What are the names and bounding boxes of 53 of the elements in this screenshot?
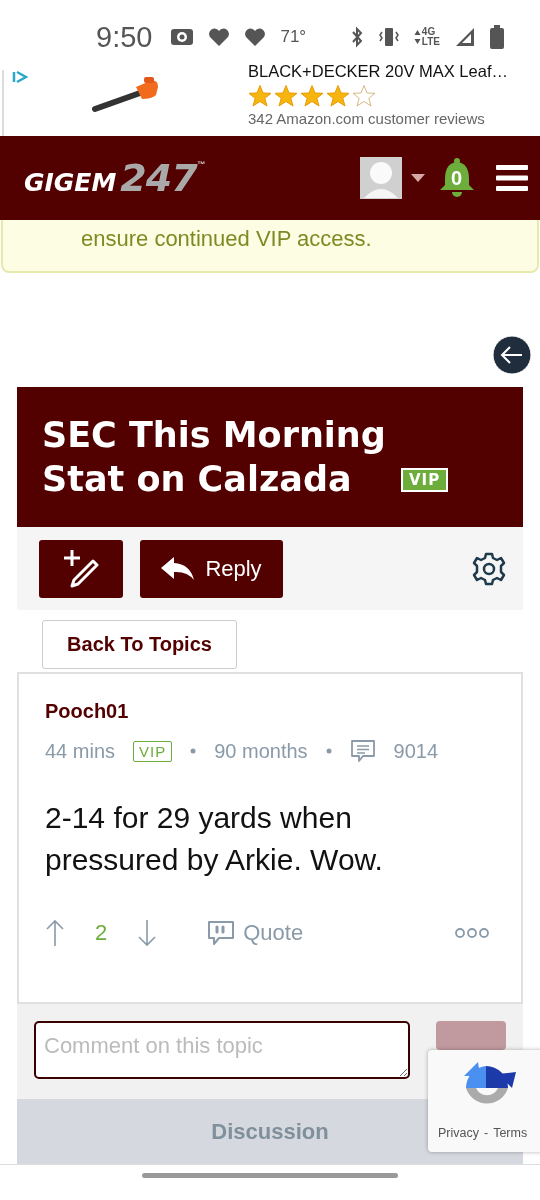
- signal-icon: [454, 26, 476, 48]
- upvote-arrow-icon[interactable]: [45, 919, 65, 947]
- star-icon: [248, 84, 272, 108]
- logo-number[interactable]: 247: [120, 156, 197, 200]
- notification-count: 0: [451, 168, 463, 188]
- comment-icon: [349, 739, 376, 763]
- post-body: 2-14 for 29 yards when pressured by Arkie. Wow.: [45, 800, 384, 878]
- bluetooth-icon: [349, 26, 364, 48]
- clock: 9:50: [96, 20, 153, 54]
- topic-title: SEC This Morning Stat on Calzada: [42, 414, 387, 501]
- settings-icon[interactable]: [471, 550, 507, 587]
- reply-arrow-icon: [161, 556, 196, 581]
- network-label: 4G: [421, 27, 437, 37]
- avatar[interactable]: [360, 157, 402, 199]
- member-tenure: 90 months: [214, 739, 308, 763]
- separator: -: [484, 1126, 489, 1140]
- ad-choices-icon: [12, 70, 28, 84]
- author-name[interactable]: Pooch01: [45, 700, 495, 723]
- battery-icon: [490, 25, 504, 49]
- vip-badge: VIP: [401, 468, 449, 492]
- vibrate-icon: [377, 26, 400, 48]
- dot-separator-icon: [190, 748, 197, 754]
- data-arrows-icon: [413, 29, 421, 45]
- review-count: 342 Amazon.com customer reviews: [248, 110, 486, 127]
- temperature: 71°: [280, 27, 307, 47]
- heart-icon: [208, 27, 231, 47]
- comment-field[interactable]: Comment on this topic: [34, 1021, 410, 1079]
- new-topic-button[interactable]: [39, 539, 123, 598]
- post-count: 9014: [393, 739, 439, 763]
- reply-button[interactable]: Reply: [140, 539, 283, 598]
- bell-icon: [438, 157, 476, 199]
- more-options-icon[interactable]: [455, 927, 489, 939]
- quote-bubble-icon: [207, 920, 236, 946]
- ad-title[interactable]: BLACK+DECKER 20V MAX Leaf…: [248, 62, 508, 81]
- heart-icon: [244, 27, 267, 47]
- star-icon: [352, 84, 376, 108]
- network-label: LTE: [421, 37, 440, 47]
- caret-icon: [410, 173, 426, 183]
- menu-icon: [496, 164, 528, 192]
- notice-text: ensure continued VIP access.: [80, 225, 373, 252]
- downvote-arrow-icon[interactable]: [137, 919, 158, 947]
- vote-count: 2: [95, 920, 108, 946]
- star-icon: [274, 84, 298, 108]
- star-icon: [326, 84, 350, 108]
- pencil-plus-icon: [63, 548, 99, 589]
- privacy-link[interactable]: Privacy: [438, 1126, 479, 1140]
- star-icon: [300, 84, 324, 108]
- radio-icon: [170, 27, 195, 47]
- post-time: 44 mins: [45, 739, 116, 763]
- back-to-topics-button[interactable]: Back To Topics: [42, 620, 237, 669]
- dot-separator-icon: [325, 748, 332, 754]
- vip-badge: VIP: [133, 740, 173, 762]
- logo-text[interactable]: GIGEM: [24, 168, 117, 197]
